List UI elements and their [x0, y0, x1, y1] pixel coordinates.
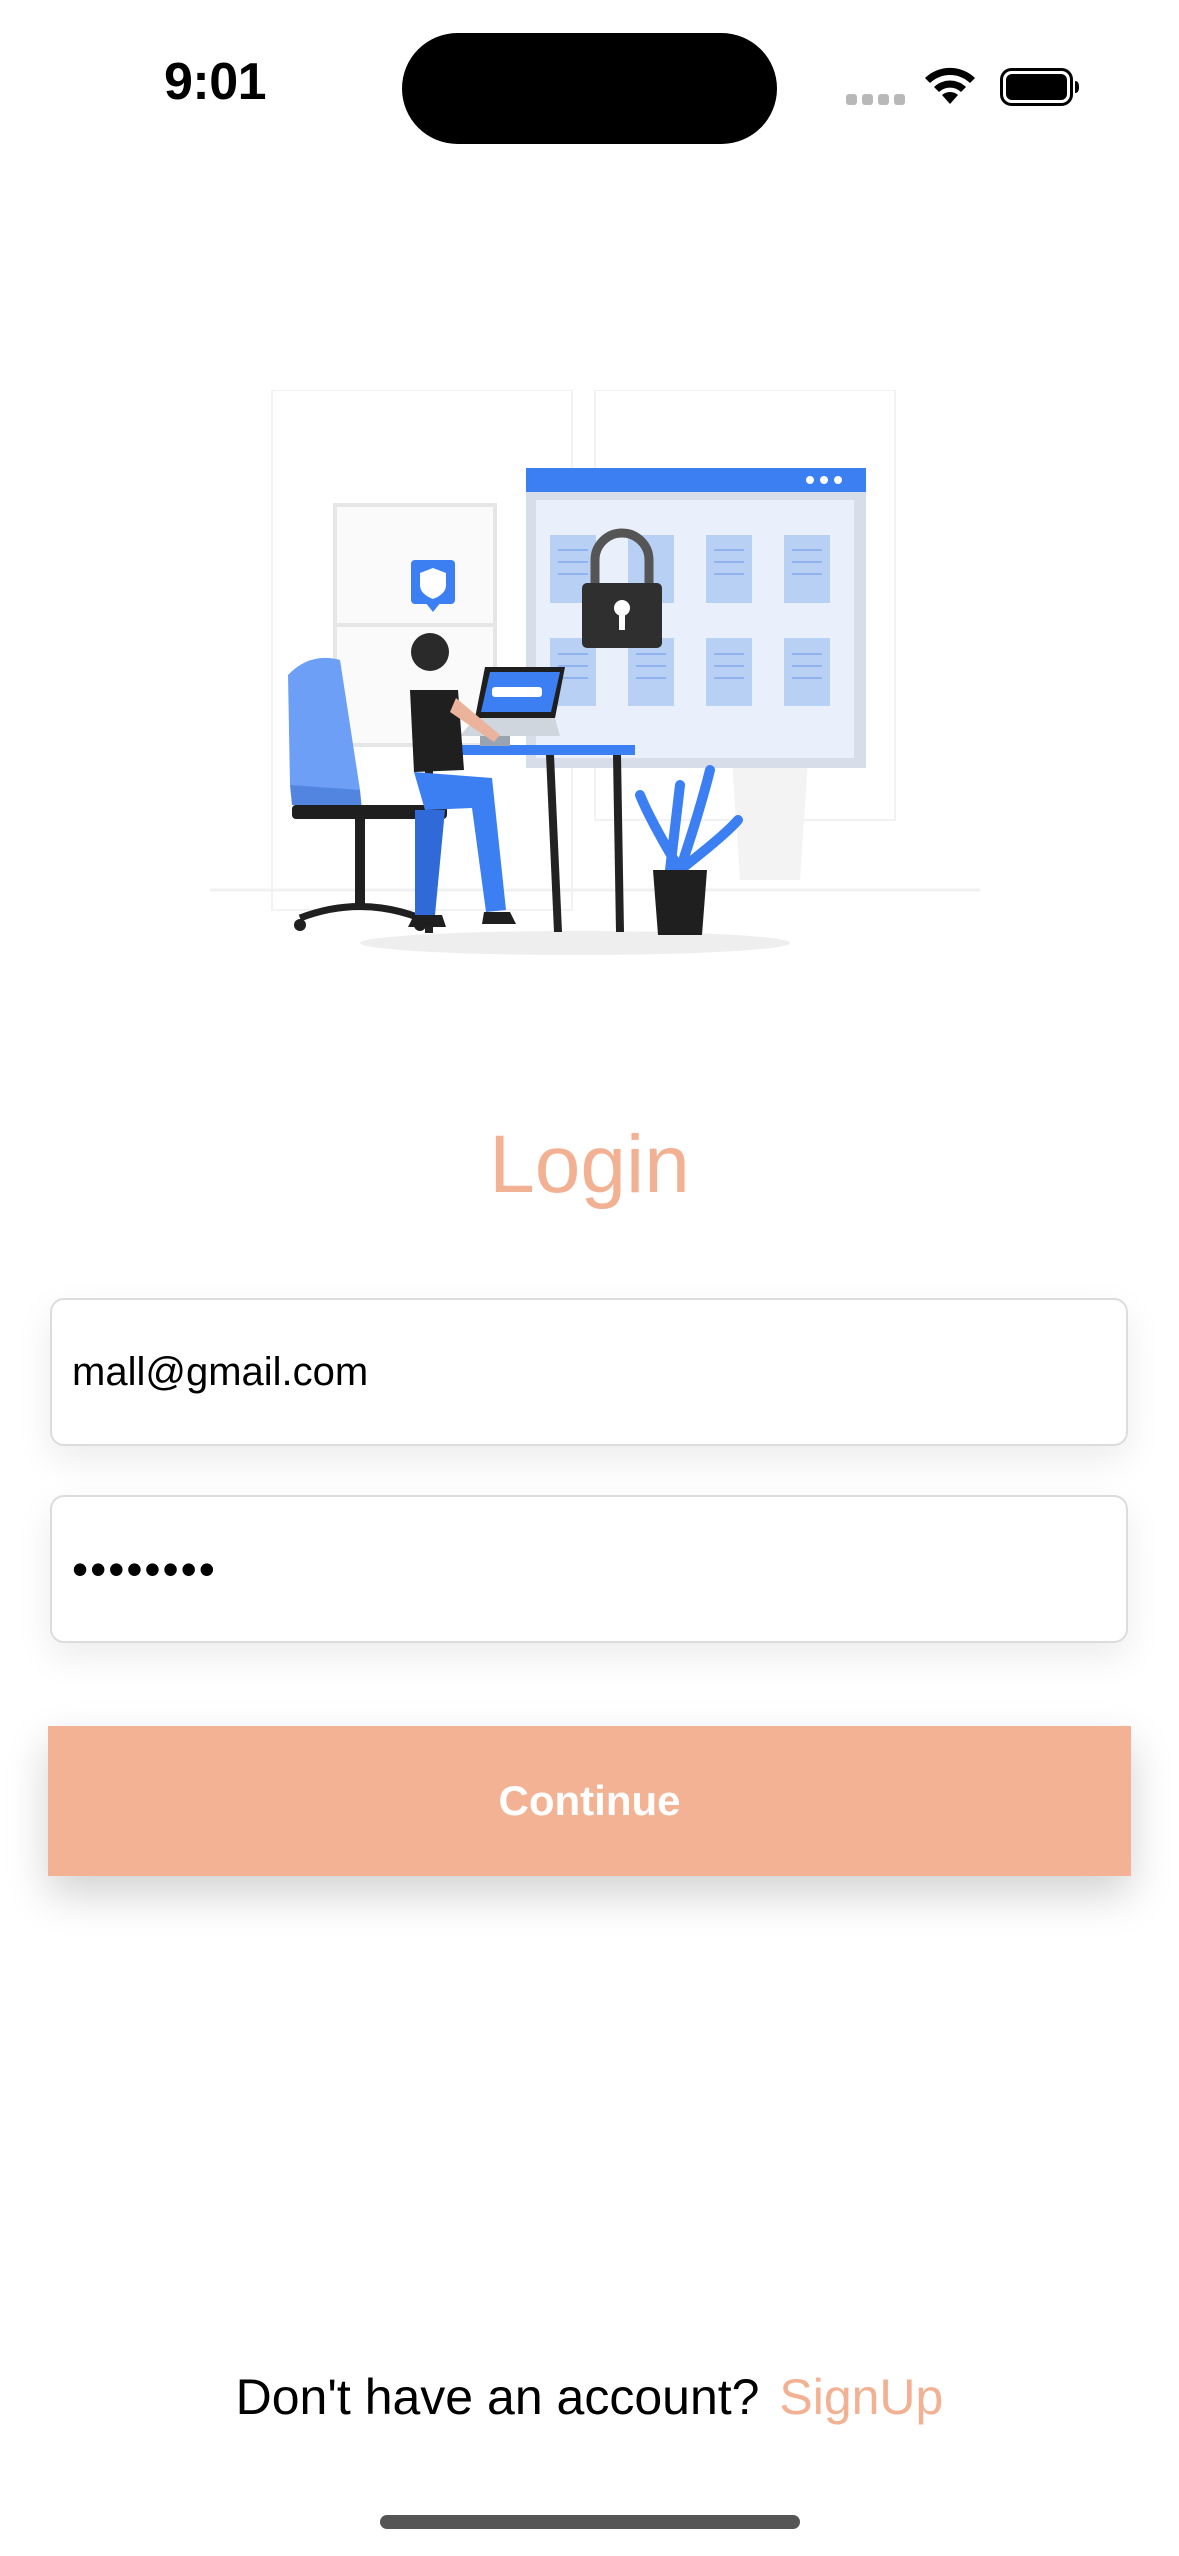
- password-field[interactable]: [50, 1495, 1128, 1643]
- continue-button[interactable]: Continue: [48, 1726, 1131, 1876]
- password-input[interactable]: [72, 1497, 1102, 1641]
- security-illustration: [210, 390, 980, 955]
- email-input[interactable]: [72, 1300, 1102, 1444]
- signup-row: Don't have an account? SignUp: [0, 2368, 1179, 2426]
- page-title: Login: [489, 1119, 690, 1210]
- email-field[interactable]: [50, 1298, 1128, 1446]
- status-time: 9:01: [163, 53, 267, 111]
- signup-prompt: Don't have an account?: [235, 2369, 760, 2425]
- wifi-icon: [925, 67, 975, 104]
- status-bar: 9:01: [0, 0, 1179, 180]
- home-indicator[interactable]: [380, 2515, 800, 2529]
- browser-window-illustration: [526, 468, 866, 768]
- battery-icon: [1000, 68, 1079, 106]
- signup-link[interactable]: SignUp: [779, 2369, 943, 2425]
- dynamic-island: [402, 33, 777, 144]
- signal-icon: [846, 94, 906, 106]
